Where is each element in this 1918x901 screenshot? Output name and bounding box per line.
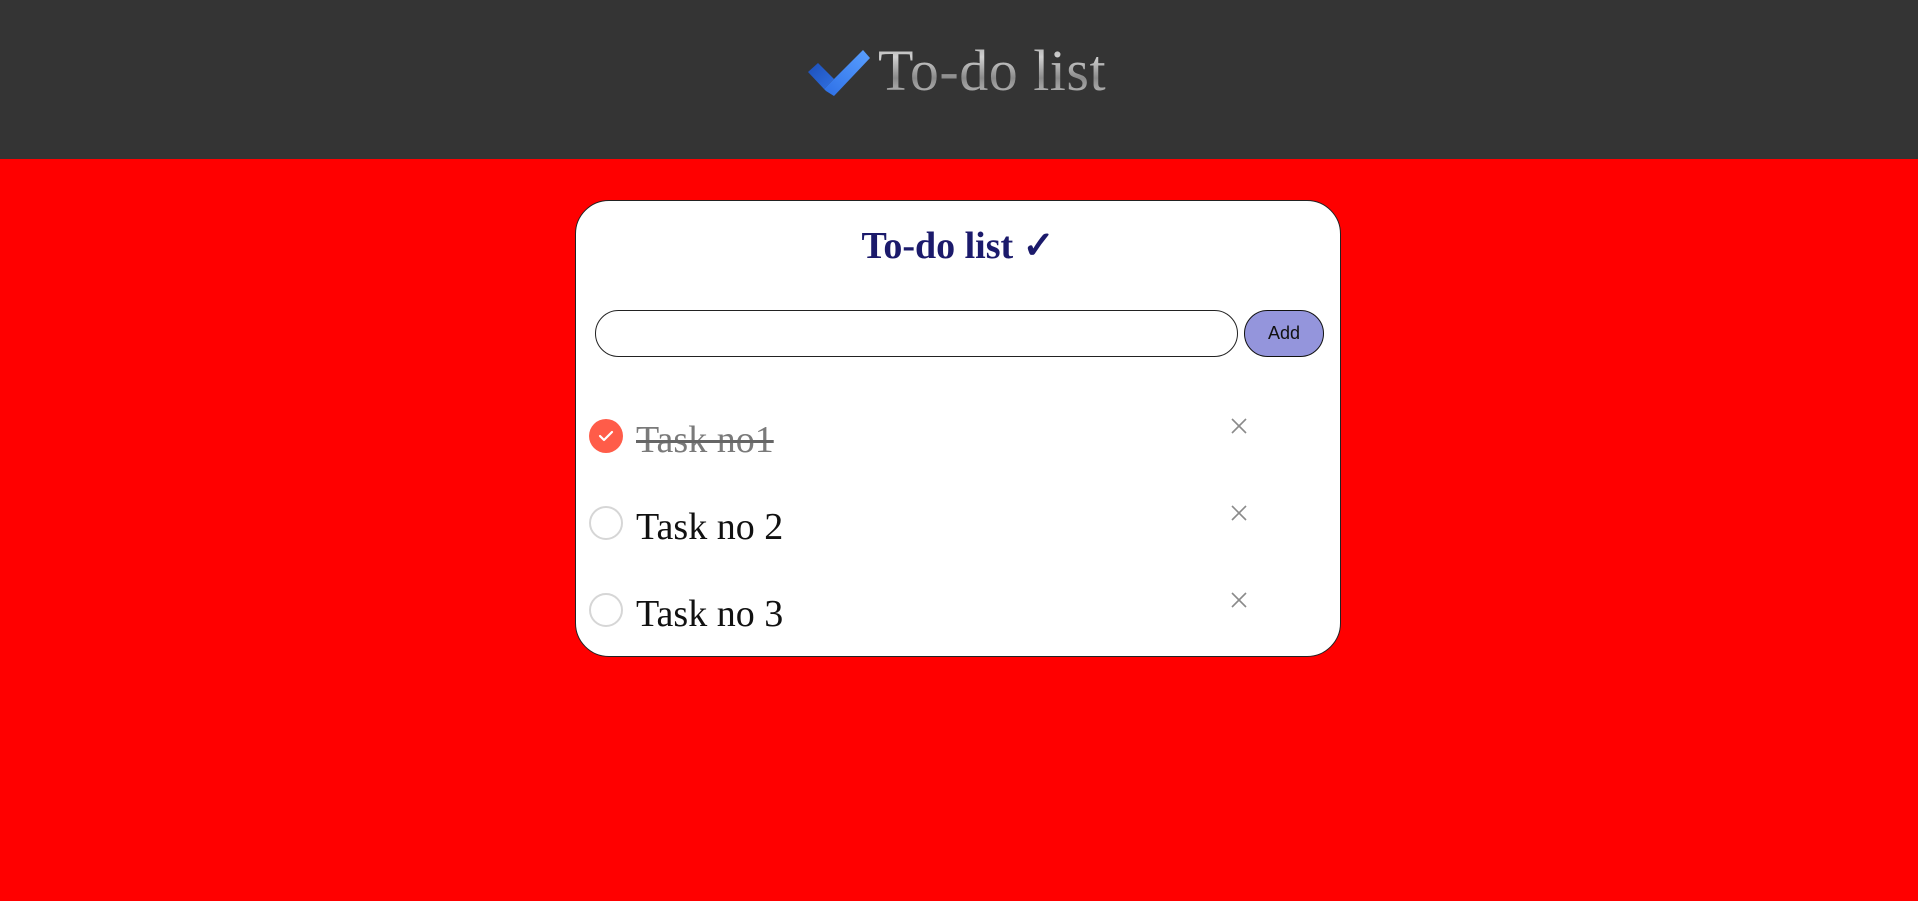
- brand: To-do list: [808, 36, 1106, 106]
- app-title: To-do list: [878, 36, 1106, 106]
- checkmark-icon: [598, 430, 614, 442]
- task-item[interactable]: Task no 3: [576, 585, 1340, 655]
- task-item[interactable]: Task no1: [576, 411, 1340, 481]
- card-title: To-do list ✓: [861, 225, 1055, 267]
- task-label[interactable]: Task no 2: [636, 504, 783, 550]
- task-label[interactable]: Task no1: [636, 417, 774, 463]
- todo-card: To-do list ✓ Add Task no1 Task no 2 Task…: [575, 200, 1341, 657]
- task-item[interactable]: Task no 2: [576, 498, 1340, 568]
- close-icon[interactable]: [1228, 589, 1250, 611]
- double-check-icon: [808, 50, 870, 96]
- task-checkbox-checked[interactable]: [589, 419, 623, 453]
- app-header: To-do list: [0, 0, 1918, 159]
- add-button[interactable]: Add: [1244, 310, 1324, 357]
- task-checkbox[interactable]: [589, 506, 623, 540]
- task-input[interactable]: [595, 310, 1238, 357]
- close-icon[interactable]: [1228, 502, 1250, 524]
- task-label[interactable]: Task no 3: [636, 591, 783, 637]
- task-checkbox[interactable]: [589, 593, 623, 627]
- close-icon[interactable]: [1228, 415, 1250, 437]
